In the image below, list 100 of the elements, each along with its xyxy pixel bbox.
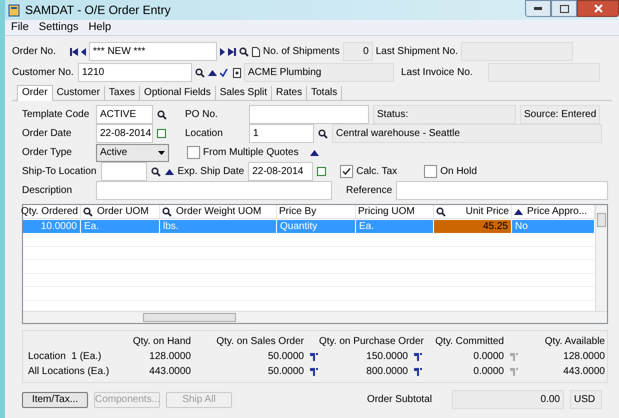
previous-icon[interactable] [81, 48, 86, 56]
column-header: Qty. on Sales Order [215, 335, 305, 348]
column-header: Qty. Committed [434, 335, 505, 348]
quantity-value: 800.0000 [366, 365, 408, 378]
checkbox[interactable] [424, 165, 438, 178]
tab[interactable]: Sales Split [216, 86, 272, 100]
field-label: Template Code [22, 108, 90, 121]
column-header[interactable]: Unit Price [434, 205, 512, 218]
close-button[interactable] [577, 0, 619, 17]
document-icon[interactable] [252, 46, 260, 56]
window-title: SAMDAT - O/E Order Entry [25, 4, 171, 16]
column-header[interactable]: Order UOM [81, 205, 160, 218]
template-code-field[interactable]: ACTIVE [96, 105, 153, 124]
menu-item[interactable]: Help [88, 21, 112, 34]
quantity-value: 50.0000 [268, 365, 304, 378]
customer-number-field[interactable]: 1210 [78, 63, 192, 82]
menu-item[interactable]: File [11, 21, 29, 34]
table-cell: 10.0000 [23, 220, 81, 233]
last-record-icon[interactable] [228, 48, 236, 56]
checkbox[interactable] [340, 165, 354, 178]
menu-item[interactable]: Settings [38, 21, 78, 34]
checkbox[interactable] [187, 146, 200, 159]
field-label: Description [22, 184, 74, 197]
search-icon[interactable] [436, 206, 446, 216]
description-field[interactable] [96, 181, 332, 200]
field-label: Reference [346, 184, 392, 197]
calendar-icon[interactable] [317, 167, 326, 176]
ship-to-field[interactable] [100, 162, 146, 181]
field-label: Last Shipment No. [376, 45, 458, 58]
action-button[interactable]: Item/Tax... [22, 392, 88, 408]
search-icon[interactable] [239, 46, 249, 56]
row-label: All Locations (Ea.) [28, 365, 106, 378]
order-type-dropdown[interactable]: Active [96, 144, 169, 162]
horizontal-scrollbar[interactable] [23, 311, 607, 323]
search-icon[interactable] [195, 68, 205, 78]
search-icon[interactable] [150, 166, 160, 176]
checkbox-label: On Hold [440, 165, 477, 178]
first-record-icon[interactable] [70, 48, 78, 56]
quantity-value: 443.0000 [563, 365, 605, 378]
maximize-icon [560, 4, 568, 12]
tab[interactable]: Customer [52, 86, 105, 100]
field-label: No. of Shipments [263, 45, 340, 58]
customer-name-field: ACME Plumbing [244, 63, 394, 82]
quantity-value: 50.0000 [268, 350, 304, 363]
column-header[interactable]: Order Weight UOM [160, 205, 277, 218]
column-header: Qty. on Hand [132, 335, 191, 348]
tab[interactable]: Order [17, 85, 53, 101]
triangle-up-icon[interactable] [310, 150, 319, 156]
field-label: Customer No. [12, 66, 75, 79]
column-header[interactable]: Pricing UOM [356, 205, 434, 218]
location-field[interactable]: 1 [249, 124, 314, 143]
tab[interactable]: Rates [272, 86, 308, 100]
column-header[interactable]: Price By [277, 205, 356, 218]
tab[interactable]: Optional Fields [140, 86, 216, 100]
minimize-button[interactable] [525, 0, 551, 17]
triangle-up-icon[interactable] [208, 70, 217, 76]
table-cell: lbs. [160, 220, 277, 233]
column-header[interactable]: Qty. Ordered [23, 205, 81, 218]
vertical-scrollbar[interactable] [595, 205, 607, 311]
quantity-value: 0.0000 [473, 350, 504, 363]
po-number-field[interactable] [249, 105, 369, 124]
status-field: Status: [373, 105, 516, 124]
field-label: PO No. [185, 108, 219, 121]
quantity-value: 128.0000 [149, 350, 191, 363]
quantity-value: 443.0000 [149, 365, 191, 378]
subtotal-label: Order Subtotal [366, 393, 432, 406]
triangle-up-icon[interactable] [514, 208, 523, 214]
search-icon[interactable] [157, 110, 167, 120]
search-icon[interactable] [83, 206, 93, 216]
order-date-field[interactable]: 22-08-2014 [96, 124, 153, 143]
quantity-value: 0.0000 [473, 365, 504, 378]
subtotal-field: 0.00 [452, 390, 564, 409]
table-cell: Quantity [277, 220, 356, 233]
order-number-field[interactable]: *** NEW *** [89, 42, 217, 61]
next-icon[interactable] [220, 48, 225, 56]
quantity-value: 150.0000 [366, 350, 408, 363]
ship-date-field[interactable]: 22-08-2014 [248, 162, 314, 181]
reference-field[interactable] [396, 181, 608, 200]
tab[interactable]: Totals [307, 86, 342, 100]
tab[interactable]: Taxes [104, 86, 140, 100]
field-label: Exp. Ship Date [178, 165, 244, 178]
maximize-button[interactable] [551, 0, 577, 17]
column-header: Qty. on Purchase Order [319, 335, 423, 348]
checkmark-icon[interactable] [220, 68, 230, 77]
close-icon [594, 4, 602, 13]
calendar-icon[interactable] [157, 129, 166, 138]
table-row[interactable]: 10.0000 Ea. lbs. Quantity Ea. 45.25 No [23, 220, 595, 233]
app-icon [8, 4, 20, 16]
quantity-value: 128.0000 [563, 350, 605, 363]
search-icon[interactable] [162, 206, 172, 216]
table-cell: 45.25 [434, 220, 512, 233]
minimize-icon [534, 7, 542, 10]
search-icon[interactable] [318, 128, 328, 138]
location-name-field: Central warehouse - Seattle [332, 124, 602, 143]
field-label: Location [185, 127, 224, 140]
field-label: Order No. [12, 45, 57, 58]
column-header: Qty. Available [544, 335, 605, 348]
triangle-up-icon[interactable] [164, 168, 174, 174]
row-label: Location 1 (Ea.) [28, 350, 102, 363]
currency-field: USD [570, 390, 602, 409]
